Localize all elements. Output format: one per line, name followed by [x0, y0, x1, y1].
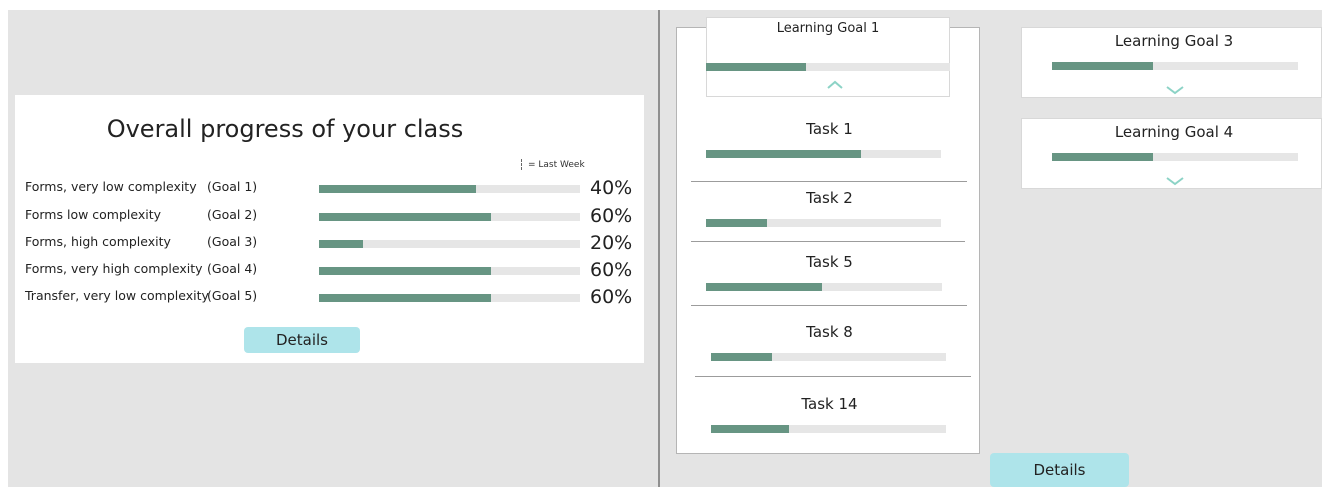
goal-tag: (Goal 2): [207, 207, 258, 222]
overall-progress-card: Overall progress of your class = Last We…: [15, 95, 644, 363]
goal-tag: (Goal 4): [207, 261, 258, 276]
task-title: Task 2: [806, 189, 853, 207]
task-progress-bar: [711, 425, 946, 433]
goal-name: Forms, very high complexity: [25, 261, 203, 276]
goal-percent: 40%: [590, 177, 633, 199]
goal-percent: 20%: [590, 232, 633, 254]
task-progress-fill: [706, 150, 862, 158]
goal-progress-fill: [319, 267, 492, 275]
goal-percent: 60%: [590, 286, 633, 308]
goal-progress-bar: [1052, 153, 1298, 161]
goal-title: Learning Goal 1: [776, 21, 880, 36]
goal-progress-fill: [319, 213, 492, 221]
goal-tag: (Goal 3): [207, 234, 258, 249]
task-separator: [691, 241, 965, 242]
goal-name: Forms, very low complexity: [25, 179, 197, 194]
learning-goal-1-header[interactable]: Learning Goal 1: [706, 17, 950, 97]
goal-progress-fill: [319, 185, 476, 193]
goal-details-button[interactable]: Details: [990, 453, 1129, 487]
overall-details-button[interactable]: Details: [244, 327, 360, 353]
last-week-marker-icon: [521, 159, 522, 170]
task-progress-bar: [706, 283, 942, 291]
last-week-legend-label: = Last Week: [528, 159, 585, 170]
goal-progress-fill: [1052, 62, 1153, 70]
goal-title: Learning Goal 3: [1114, 32, 1234, 50]
goal-tag: (Goal 1): [207, 179, 258, 194]
task-title: Task 14: [801, 395, 858, 413]
task-progress-fill: [706, 219, 768, 227]
task-progress-fill: [711, 425, 789, 433]
goal-row[interactable]: Forms low complexity (Goal 2) 60%: [15, 205, 644, 227]
task-title: Task 8: [806, 323, 853, 341]
goal-progress-bar: [319, 294, 580, 302]
task-title: Task 1: [806, 120, 853, 138]
goal-progress-bar: [319, 213, 580, 221]
task-progress-fill: [706, 283, 822, 291]
goal-progress-bar: [319, 185, 580, 193]
goal-progress-fill: [1052, 153, 1153, 161]
panel-divider: [658, 10, 660, 487]
goal-row[interactable]: Forms, very high complexity (Goal 4) 60%: [15, 259, 644, 281]
goal-progress-fill: [706, 63, 807, 71]
goal-name: Forms low complexity: [25, 207, 162, 222]
task-title: Task 5: [806, 253, 853, 271]
goal-name: Transfer, very low complexity: [25, 288, 209, 303]
chevron-up-icon[interactable]: [826, 80, 844, 90]
goal-progress-bar: [319, 267, 580, 275]
learning-goal-3-card[interactable]: Learning Goal 3: [1021, 27, 1322, 98]
chevron-down-icon[interactable]: [1165, 176, 1185, 186]
learning-goal-4-card[interactable]: Learning Goal 4: [1021, 118, 1322, 189]
goal-tag: (Goal 5): [207, 288, 258, 303]
task-progress-bar: [706, 219, 941, 227]
goal-progress-bar: [1052, 62, 1298, 70]
task-progress-bar: [711, 353, 946, 361]
goal-percent: 60%: [590, 205, 633, 227]
task-progress-bar: [706, 150, 941, 158]
goal-progress-bar: [319, 240, 580, 248]
task-separator: [691, 181, 967, 182]
goal-progress-bar: [706, 63, 950, 71]
chevron-down-icon[interactable]: [1165, 85, 1185, 95]
goal-progress-fill: [319, 294, 492, 302]
goal-name: Forms, high complexity: [25, 234, 171, 249]
task-separator: [695, 376, 971, 377]
goal-row[interactable]: Transfer, very low complexity (Goal 5) 6…: [15, 286, 644, 308]
goal-title: Learning Goal 4: [1114, 123, 1234, 141]
task-progress-fill: [711, 353, 773, 361]
last-week-legend: = Last Week: [521, 159, 585, 170]
goal-progress-fill: [319, 240, 364, 248]
goal-row[interactable]: Forms, very low complexity (Goal 1) 40%: [15, 177, 644, 199]
goal-row[interactable]: Forms, high complexity (Goal 3) 20%: [15, 232, 644, 254]
task-separator: [691, 305, 967, 306]
goal-percent: 60%: [590, 259, 633, 281]
overall-progress-title: Overall progress of your class: [106, 115, 464, 143]
